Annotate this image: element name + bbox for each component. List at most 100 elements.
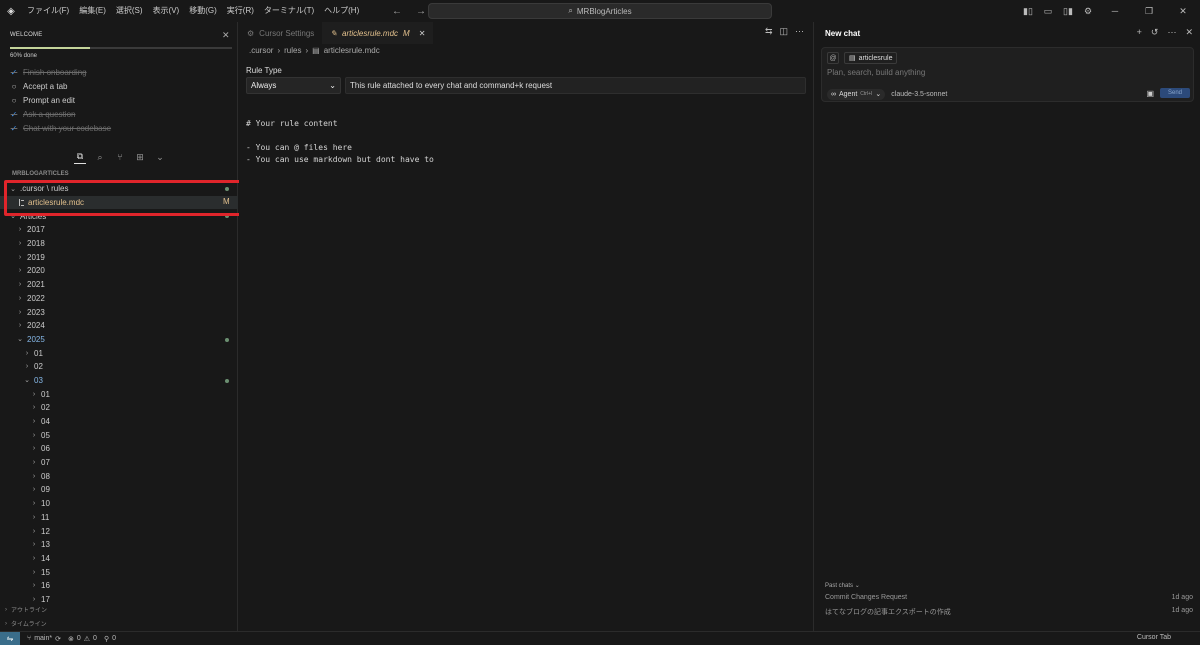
- checklist-item[interactable]: ○ Accept a tab: [10, 79, 230, 93]
- tree-folder-row[interactable]: › 12: [0, 524, 238, 538]
- split-editor-icon[interactable]: ◫: [779, 26, 788, 37]
- tree-folder-row[interactable]: › 02: [0, 360, 238, 374]
- toggle-secondary-sidebar-icon[interactable]: ▯▮: [1060, 3, 1076, 19]
- past-chat-item[interactable]: はてなブログの記事エクスポートの作成 1d ago: [825, 607, 1193, 620]
- more-actions-icon[interactable]: ⋯: [795, 26, 804, 37]
- tree-folder-row[interactable]: ⌄ 2025: [0, 333, 238, 347]
- welcome-title: WELCOME: [10, 32, 43, 38]
- tree-folder-row[interactable]: › 02: [0, 401, 238, 415]
- welcome-close-icon[interactable]: ✕: [222, 30, 230, 41]
- chat-input-box[interactable]: @ ▤ articlesrule Plan, search, build any…: [821, 47, 1194, 102]
- tab-close-icon[interactable]: ✕: [419, 29, 426, 38]
- code-line: - You can use markdown but dont have to: [246, 155, 434, 164]
- tree-folder-row[interactable]: › 2022: [0, 292, 238, 306]
- chat-close-icon[interactable]: ✕: [1185, 27, 1193, 38]
- infinity-icon: ∞: [831, 90, 836, 98]
- tree-folder-row[interactable]: › 16: [0, 579, 238, 593]
- restore-button[interactable]: ❐: [1132, 0, 1166, 22]
- tree-folder-row[interactable]: › 07: [0, 456, 238, 470]
- tree-folder-row[interactable]: › 2018: [0, 237, 238, 251]
- forward-arrow-icon[interactable]: →: [416, 6, 426, 17]
- tree-folder-row[interactable]: › 01: [0, 346, 238, 360]
- tree-folder-row[interactable]: › 01: [0, 387, 238, 401]
- tree-folder-row[interactable]: › 06: [0, 442, 238, 456]
- tree-folder-row[interactable]: › 2024: [0, 319, 238, 333]
- tree-label: 14: [41, 553, 50, 563]
- breadcrumb-item[interactable]: .cursor: [249, 46, 273, 55]
- open-changes-icon[interactable]: ⇆: [765, 26, 773, 37]
- tree-label: 01: [41, 389, 50, 399]
- send-button[interactable]: Send: [1160, 88, 1190, 98]
- past-chats-toggle[interactable]: Past chats ⌄: [825, 582, 1193, 594]
- menu-item[interactable]: 移動(G): [184, 0, 222, 22]
- tree-folder-row[interactable]: ⌄ Articles: [0, 209, 238, 223]
- agent-mode-selector[interactable]: ∞ Agent Ctrl+I ⌄: [827, 88, 886, 100]
- chevron-right-icon: ›: [32, 431, 36, 439]
- tree-file-row[interactable]: articlesrule.mdc M: [0, 195, 238, 210]
- tree-folder-row[interactable]: › 2023: [0, 305, 238, 319]
- tree-folder-row[interactable]: ⌄ .cursor \ rules: [0, 182, 238, 196]
- tree-folder-row[interactable]: › 11: [0, 511, 238, 525]
- extensions-icon[interactable]: ⊞: [134, 150, 146, 164]
- toggle-panel-icon[interactable]: ▭: [1040, 3, 1056, 19]
- cursor-tab-status[interactable]: Cursor Tab: [1137, 634, 1171, 641]
- tree-folder-row[interactable]: ⌄ 03: [0, 374, 238, 388]
- menu-item[interactable]: 表示(V): [148, 0, 185, 22]
- chat-history-icon[interactable]: ↺: [1151, 27, 1159, 38]
- tree-folder-row[interactable]: › 05: [0, 428, 238, 442]
- tree-folder-row[interactable]: › 10: [0, 497, 238, 511]
- settings-gear-icon[interactable]: ⚙: [1080, 3, 1096, 19]
- explorer-icon[interactable]: ⧉: [74, 150, 86, 164]
- tree-folder-row[interactable]: › 09: [0, 483, 238, 497]
- menu-item[interactable]: ターミナル(T): [259, 0, 319, 22]
- model-selector[interactable]: claude-3.5-sonnet: [891, 91, 947, 98]
- rule-description-input[interactable]: This rule attached to every chat and com…: [345, 77, 806, 94]
- tab-articlesrule[interactable]: ✎ articlesrule.mdc M ✕: [322, 22, 434, 44]
- tree-folder-row[interactable]: › 13: [0, 538, 238, 552]
- menu-item[interactable]: ヘルプ(H): [319, 0, 364, 22]
- tree-folder-row[interactable]: › 2020: [0, 264, 238, 278]
- checklist-item[interactable]: ✓ Chat with your codebase: [10, 121, 230, 135]
- outline-section[interactable]: › アウトライン: [0, 603, 238, 616]
- breadcrumb-item[interactable]: articlesrule.mdc: [324, 46, 380, 55]
- ports-indicator[interactable]: ⚲ 0: [104, 635, 116, 643]
- rule-type-dropdown[interactable]: Always ⌄: [246, 77, 341, 94]
- menu-item[interactable]: 編集(E): [74, 0, 111, 22]
- menu-item[interactable]: 選択(S): [111, 0, 148, 22]
- past-chat-title: はてなブログの記事エクスポートの作成: [825, 609, 951, 616]
- breadcrumb-item[interactable]: rules: [284, 46, 301, 55]
- tree-folder-row[interactable]: › 04: [0, 415, 238, 429]
- toggle-sidebar-icon[interactable]: ▮▯: [1020, 3, 1036, 19]
- menu-item[interactable]: ファイル(F): [22, 0, 74, 22]
- code-editor[interactable]: # Your rule content - You can @ files her…: [246, 118, 434, 166]
- back-arrow-icon[interactable]: ←: [392, 6, 402, 17]
- checklist-item[interactable]: ✓ Finish onboarding: [10, 65, 230, 79]
- tree-folder-row[interactable]: › 14: [0, 552, 238, 566]
- tree-folder-row[interactable]: › 2021: [0, 278, 238, 292]
- add-context-at-icon[interactable]: @: [827, 52, 839, 64]
- command-center-search[interactable]: ⌕ MRBlogArticles: [428, 3, 772, 19]
- new-chat-plus-icon[interactable]: +: [1137, 27, 1142, 38]
- source-control-icon[interactable]: ⑂: [114, 150, 126, 164]
- branch-indicator[interactable]: ⑂ main* ⟳: [27, 635, 61, 643]
- tree-folder-row[interactable]: › 08: [0, 469, 238, 483]
- image-upload-icon[interactable]: ▣: [1146, 89, 1154, 98]
- problems-indicator[interactable]: ⊗ 0 ⚠ 0: [68, 635, 97, 643]
- checklist-item[interactable]: ○ Prompt an edit: [10, 93, 230, 107]
- chat-more-icon[interactable]: ⋯: [1167, 27, 1176, 38]
- search-view-icon[interactable]: ⌕: [94, 150, 106, 164]
- more-views-chevron-icon[interactable]: ⌄: [154, 150, 166, 164]
- tree-folder-row[interactable]: › 2017: [0, 223, 238, 237]
- checkmark-icon: ✓: [10, 109, 18, 119]
- minimize-button[interactable]: ─: [1098, 0, 1132, 22]
- past-chat-item[interactable]: Commit Changes Request 1d ago: [825, 594, 1193, 607]
- checklist-item[interactable]: ✓ Ask a question: [10, 107, 230, 121]
- timeline-section[interactable]: › タイムライン: [0, 617, 238, 630]
- tab-cursor-settings[interactable]: ⚙ Cursor Settings: [239, 22, 322, 44]
- close-window-button[interactable]: ✕: [1166, 0, 1200, 22]
- menu-item[interactable]: 実行(R): [222, 0, 259, 22]
- context-file-chip[interactable]: ▤ articlesrule: [844, 52, 898, 64]
- tree-folder-row[interactable]: › 15: [0, 565, 238, 579]
- tree-folder-row[interactable]: › 2019: [0, 250, 238, 264]
- remote-indicator-icon[interactable]: ⇋: [0, 631, 20, 645]
